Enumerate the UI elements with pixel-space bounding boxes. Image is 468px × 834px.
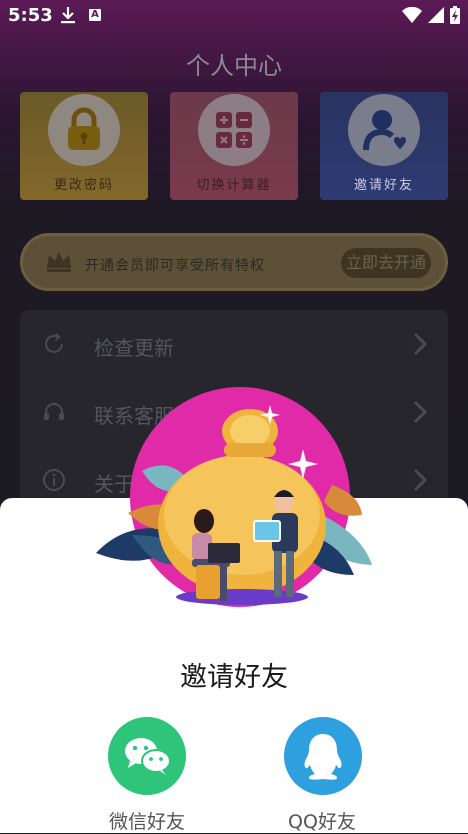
refresh-icon — [45, 333, 63, 353]
tile-label: 更改密码 — [53, 178, 114, 193]
lock-icon — [48, 94, 120, 166]
tile-label: 切换计算器 — [196, 178, 272, 193]
invite-user-icon — [348, 94, 420, 166]
signal-icon — [428, 7, 444, 23]
download-icon — [61, 7, 75, 24]
share-sheet-title: 邀请好友 — [180, 662, 288, 693]
change-password-tile[interactable]: 更改密码 — [20, 92, 148, 200]
wechat-icon — [125, 738, 171, 775]
keyboard-a-icon: A — [89, 9, 101, 21]
calculator-icon — [198, 94, 270, 166]
vip-text: 开通会员即可享受所有特权 — [85, 258, 265, 274]
switch-calculator-tile[interactable]: 切换计算器 — [170, 92, 298, 200]
menu-item-check-update[interactable]: 检查更新 — [20, 310, 448, 378]
status-bar: 5:53 A — [0, 0, 468, 32]
share-wechat-button[interactable] — [108, 717, 186, 795]
share-qq-button[interactable] — [284, 717, 362, 795]
chevron-right-icon — [413, 400, 428, 424]
battery-icon — [450, 6, 460, 24]
headset-icon — [44, 403, 64, 420]
share-wechat-label: 微信好友 — [108, 811, 185, 833]
info-icon — [43, 469, 65, 491]
menu-item-label: 检查更新 — [94, 336, 174, 360]
invite-friends-tile[interactable]: 邀请好友 — [320, 92, 448, 200]
wifi-icon — [402, 7, 422, 23]
page-title: 个人中心 — [186, 52, 282, 80]
chevron-right-icon — [413, 468, 428, 492]
status-time: 5:53 — [8, 5, 53, 26]
open-vip-button[interactable]: 立即去开通 — [341, 248, 431, 278]
crown-icon — [47, 252, 71, 272]
invite-illustration — [96, 387, 372, 607]
chevron-right-icon — [413, 332, 428, 356]
vip-banner[interactable]: 开通会员即可享受所有特权 立即去开通 — [20, 233, 448, 291]
tile-label: 邀请好友 — [353, 178, 414, 193]
share-qq-label: QQ好友 — [288, 811, 356, 833]
qq-icon — [304, 734, 342, 780]
